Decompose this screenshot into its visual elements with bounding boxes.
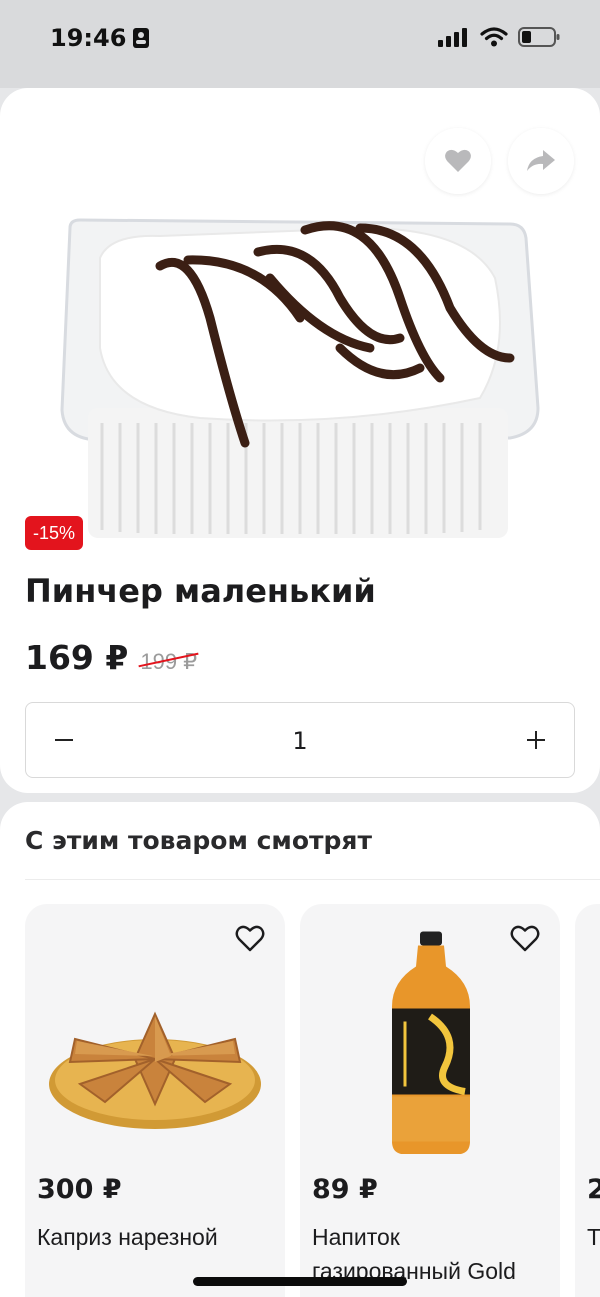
share-arrow-icon — [527, 150, 555, 171]
product-name: Т — [587, 1224, 600, 1250]
status-bar: 19:46 — [0, 0, 600, 88]
share-button[interactable] — [508, 128, 574, 194]
status-time: 19:46 — [50, 24, 150, 52]
product-price: 2 — [587, 1174, 600, 1205]
section-title: С этим товаром смотрят — [25, 826, 372, 855]
status-time-text: 19:46 — [50, 24, 127, 52]
product-name: Каприз нарезной — [37, 1224, 218, 1250]
heart-icon — [445, 149, 471, 172]
product-price: 300 ₽ — [37, 1174, 122, 1205]
battery-icon — [518, 27, 560, 47]
increase-button[interactable] — [498, 703, 574, 776]
contact-card-icon — [133, 28, 150, 48]
product-title: Пинчер маленький — [25, 572, 376, 610]
cake-image — [60, 218, 540, 538]
signal-icon — [438, 28, 467, 47]
product-card: -15% Пинчер маленький 169 ₽ 199 ₽ 1 — [0, 88, 600, 793]
status-icons — [438, 26, 560, 48]
quantity-stepper: 1 — [25, 702, 575, 778]
related-products-section: С этим товаром смотрят 300 ₽ Каприз наре… — [0, 802, 600, 1297]
soda-bottle-image — [392, 931, 470, 1154]
discount-badge: -15% — [25, 516, 84, 550]
product-price: 89 ₽ — [312, 1174, 378, 1205]
product-card-partial[interactable]: 2 Т — [575, 904, 600, 1297]
layered-cake-image — [49, 1011, 261, 1129]
product-card-drink[interactable]: 89 ₽ Напиток газированный Gold — [300, 904, 560, 1297]
favorite-button[interactable] — [425, 128, 491, 194]
old-price: 199 ₽ — [140, 649, 198, 674]
price-row: 169 ₽ 199 ₽ — [25, 638, 197, 677]
wifi-icon — [480, 27, 508, 47]
quantity-value[interactable]: 1 — [26, 727, 574, 755]
home-indicator — [193, 1277, 407, 1286]
divider — [25, 879, 600, 880]
product-card-kapriz[interactable]: 300 ₽ Каприз нарезной — [25, 904, 285, 1297]
current-price: 169 ₽ — [25, 638, 129, 677]
plus-icon — [527, 730, 545, 749]
